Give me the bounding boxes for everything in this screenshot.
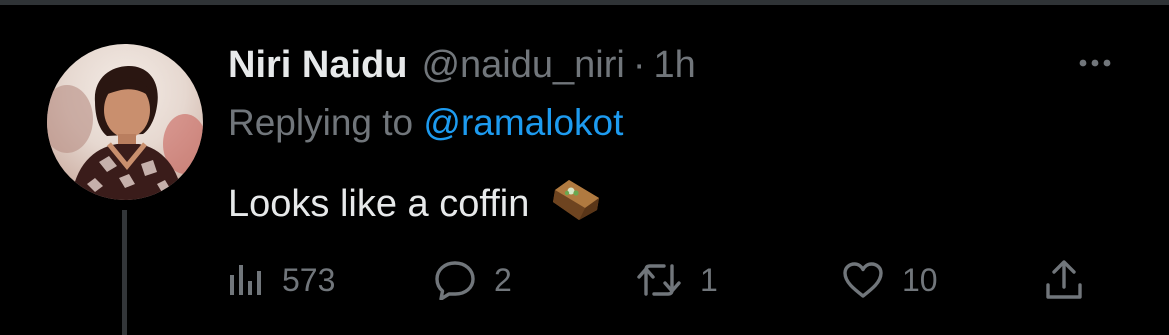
retweet-button[interactable]: 1 [636, 252, 718, 308]
author-name[interactable]: Niri Naidu [228, 44, 407, 87]
views-count: 573 [282, 261, 336, 298]
retweet-count: 1 [700, 261, 718, 298]
more-options-button[interactable] [1070, 46, 1120, 80]
tweet-header: Niri Naidu @naidu_niri · 1h [228, 42, 696, 88]
avatar[interactable] [47, 44, 203, 200]
retweet-icon [637, 264, 681, 296]
share-icon [1046, 260, 1082, 299]
like-count: 10 [902, 261, 938, 298]
replying-to: Replying to @ramalokot [228, 102, 623, 144]
reply-icon [435, 261, 475, 300]
analytics-icon [230, 265, 261, 295]
views-button[interactable]: 573 [228, 252, 335, 308]
share-button[interactable] [1044, 252, 1084, 308]
top-divider [0, 0, 1169, 5]
like-button[interactable]: 10 [842, 252, 938, 308]
coffin-emoji-icon [549, 176, 605, 232]
tweet-actions: 573 2 1 10 [0, 252, 1169, 308]
avatar-photo [47, 66, 203, 200]
timestamp[interactable]: 1h [653, 44, 695, 87]
reply-button[interactable]: 2 [434, 252, 512, 308]
tweet-text: Looks like a coffin [228, 182, 530, 225]
more-options-icon [1079, 59, 1111, 67]
author-handle[interactable]: @naidu_niri [421, 44, 624, 87]
replying-to-label: Replying to [228, 102, 414, 143]
tweet-text-container: Looks like a coffin [228, 176, 605, 232]
separator-dot: · [632, 43, 646, 86]
reply-count: 2 [494, 261, 512, 298]
replying-to-mention[interactable]: @ramalokot [423, 102, 623, 143]
heart-icon [843, 262, 883, 298]
